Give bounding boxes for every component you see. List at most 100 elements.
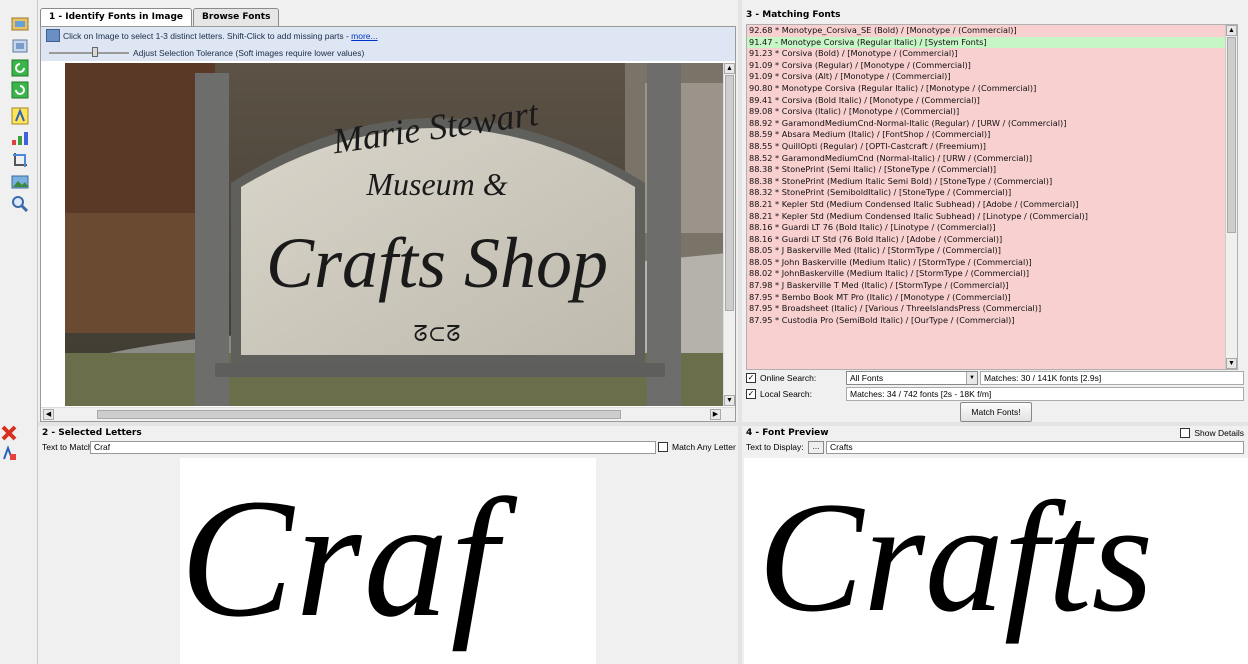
zoom-icon[interactable] [9, 194, 31, 214]
scroll-right-icon[interactable]: ▶ [710, 409, 721, 420]
tab-browse-fonts[interactable]: Browse Fonts [193, 8, 280, 26]
selected-letters-glyphs: Craf [180, 464, 500, 652]
match-list-scrollbar[interactable]: ▲ ▼ [1225, 25, 1237, 369]
match-list-item[interactable]: 88.92 * GaramondMediumCnd-Normal-Italic … [747, 118, 1237, 130]
local-search-checkbox[interactable]: ✓ [746, 389, 756, 399]
match-list-item[interactable]: 92.68 * Monotype_Corsiva_SE (Bold) / [Mo… [747, 25, 1237, 37]
panel-tabs: 1 - Identify Fonts in Image Browse Fonts [40, 8, 280, 26]
image-horizontal-scrollbar[interactable]: ◀ ▶ [41, 407, 735, 421]
scroll-left-icon[interactable]: ◀ [43, 409, 54, 420]
show-details-label: Show Details [1194, 428, 1244, 438]
match-list-item[interactable]: 88.21 * Kepler Std (Medium Condensed Ita… [747, 211, 1237, 223]
color-adjust-icon[interactable] [9, 128, 31, 148]
identify-panel: 1 - Identify Fonts in Image Browse Fonts… [38, 4, 738, 422]
horizontal-scroll-thumb[interactable] [97, 410, 621, 419]
match-any-checkbox[interactable] [658, 442, 668, 452]
match-list-item[interactable]: 88.05 * J Baskerville Med (Italic) / [St… [747, 245, 1237, 257]
match-list-item[interactable]: 88.38 * StonePrint (Semi Italic) / [Ston… [747, 164, 1237, 176]
sign-line3: Crafts Shop [266, 223, 608, 303]
match-list-item[interactable]: 88.32 * StonePrint (SemiboldItalic) / [S… [747, 187, 1237, 199]
text-to-display-label: Text to Display: [746, 442, 804, 452]
online-status: Matches: 30 / 141K fonts [2.9s] [980, 371, 1244, 385]
select-letters-icon[interactable] [9, 106, 31, 126]
tolerance-slider-thumb[interactable] [92, 47, 98, 57]
online-search-checkbox[interactable]: ✓ [746, 373, 756, 383]
selected-letters-panel: 2 - Selected Letters Text to Match: Craf… [38, 426, 740, 664]
tab-identify-fonts[interactable]: 1 - Identify Fonts in Image [40, 8, 193, 26]
crop-icon[interactable] [9, 150, 31, 170]
sign-line2: Museum & [365, 166, 507, 202]
chevron-down-icon[interactable]: ▼ [966, 372, 977, 384]
local-search-label: Local Search: [760, 389, 812, 399]
selected-letters-title: 2 - Selected Letters [42, 428, 142, 438]
choose-text-button[interactable]: ... [808, 441, 824, 454]
match-list-item[interactable]: 88.55 * QuillOpti (Regular) / [OPTI-Cast… [747, 141, 1237, 153]
tolerance-slider[interactable] [49, 47, 129, 57]
font-preview-glyphs: Crafts [758, 470, 1154, 645]
match-list-item[interactable]: 89.08 * Corsiva (Italic) / [Monotype / (… [747, 106, 1237, 118]
vertical-scroll-thumb[interactable] [725, 75, 734, 311]
match-list-item[interactable]: 91.23 * Corsiva (Bold) / [Monotype / (Co… [747, 48, 1237, 60]
font-preview-title: 4 - Font Preview [746, 428, 829, 438]
local-status: Matches: 34 / 742 fonts [2s - 18K f/m] [846, 387, 1244, 401]
text-to-match-label: Text to Match: [42, 442, 95, 452]
match-list-item[interactable]: 88.59 * Absara Medium (Italic) / [FontSh… [747, 129, 1237, 141]
left-toolbar [0, 0, 38, 424]
clear-selection-icon[interactable] [0, 424, 37, 444]
info-icon [46, 29, 60, 42]
match-any-letter[interactable]: Match Any Letter [658, 442, 736, 452]
scroll-up-icon[interactable]: ▲ [724, 63, 735, 74]
tolerance-label: Adjust Selection Tolerance (Soft images … [133, 48, 365, 58]
match-list-item[interactable]: 91.09 * Corsiva (Regular) / [Monotype / … [747, 60, 1237, 72]
match-list-item[interactable]: 88.16 * Guardi LT 76 (Bold Italic) / [Li… [747, 222, 1237, 234]
image-filter-icon[interactable] [9, 172, 31, 192]
sign-ornament: ᘔ⊂ᘔ [414, 322, 461, 347]
online-search-label: Online Search: [760, 373, 817, 383]
match-list-item[interactable]: 89.41 * Corsiva (Bold Italic) / [Monotyp… [747, 95, 1237, 107]
match-any-label: Match Any Letter [672, 442, 736, 452]
match-list-item[interactable]: 88.38 * StonePrint (Medium Italic Semi B… [747, 176, 1237, 188]
match-list-item[interactable]: 91.09 * Corsiva (Alt) / [Monotype / (Com… [747, 71, 1237, 83]
text-to-match-input[interactable]: Craf [90, 441, 656, 454]
image-vertical-scrollbar[interactable]: ▲ ▼ [723, 63, 735, 406]
show-details[interactable]: Show Details [1180, 428, 1244, 438]
more-link[interactable]: more... [351, 31, 377, 41]
app-window: 1 - Identify Fonts in Image Browse Fonts… [0, 0, 1248, 664]
match-list-item[interactable]: 88.52 * GaramondMediumCnd (Normal-Italic… [747, 153, 1237, 165]
online-search-row: ✓ Online Search: [746, 370, 816, 386]
list-scroll-down-icon[interactable]: ▼ [1226, 358, 1237, 369]
match-list-item[interactable]: 88.16 * Guardi LT Std (76 Bold Italic) /… [747, 234, 1237, 246]
scroll-down-icon[interactable]: ▼ [724, 395, 735, 406]
image-area: Click on Image to select 1-3 distinct le… [40, 26, 736, 422]
match-list-item[interactable]: 88.21 * Kepler Std (Medium Condensed Ita… [747, 199, 1237, 211]
paste-image-icon[interactable] [9, 36, 31, 56]
lower-toolbar [0, 424, 38, 664]
match-list-item[interactable]: 87.95 * Bembo Book MT Pro (Italic) / [Mo… [747, 292, 1237, 304]
match-list-item[interactable]: 91.47 - Monotype Corsiva (Regular Italic… [747, 36, 1237, 49]
selected-letters-canvas[interactable]: Craf [180, 458, 596, 664]
match-list-item[interactable]: 88.02 * JohnBaskerville (Medium Italic) … [747, 268, 1237, 280]
list-scroll-thumb[interactable] [1227, 37, 1236, 233]
match-list-item[interactable]: 87.98 * J Baskerville T Med (Italic) / [… [747, 280, 1237, 292]
match-list-item[interactable]: 87.95 * Custodia Pro (SemiBold Italic) /… [747, 315, 1237, 327]
list-scroll-up-icon[interactable]: ▲ [1226, 25, 1237, 36]
rotate-right-icon[interactable] [9, 80, 31, 100]
match-fonts-button[interactable]: Match Fonts! [960, 402, 1032, 422]
edit-letters-icon[interactable] [0, 444, 37, 464]
local-search-row: ✓ Local Search: [746, 386, 812, 402]
match-list-item[interactable]: 90.80 * Monotype Corsiva (Regular Italic… [747, 83, 1237, 95]
text-to-display-input[interactable]: Crafts [826, 441, 1244, 454]
matching-fonts-panel: 3 - Matching Fonts 92.68 * Monotype_Cors… [742, 8, 1248, 422]
match-list-item[interactable]: 88.05 * John Baskerville (Medium Italic)… [747, 257, 1237, 269]
matching-fonts-title: 3 - Matching Fonts [746, 10, 841, 20]
font-preview-panel: 4 - Font Preview Show Details Text to Di… [742, 426, 1248, 664]
online-search-selected: All Fonts [850, 373, 884, 383]
rotate-left-icon[interactable] [9, 58, 31, 78]
open-image-icon[interactable] [9, 14, 31, 34]
match-list-item[interactable]: 87.95 * Broadsheet (Italic) / [Various /… [747, 303, 1237, 315]
font-preview-canvas: Crafts [744, 458, 1248, 664]
match-list[interactable]: 92.68 * Monotype_Corsiva_SE (Bold) / [Mo… [746, 24, 1238, 370]
online-search-dropdown[interactable]: All Fonts ▼ [846, 371, 978, 385]
show-details-checkbox[interactable] [1180, 428, 1191, 438]
source-image[interactable]: Marie Stewart Museum & Crafts Shop ᘔ⊂ᘔ [65, 63, 727, 406]
